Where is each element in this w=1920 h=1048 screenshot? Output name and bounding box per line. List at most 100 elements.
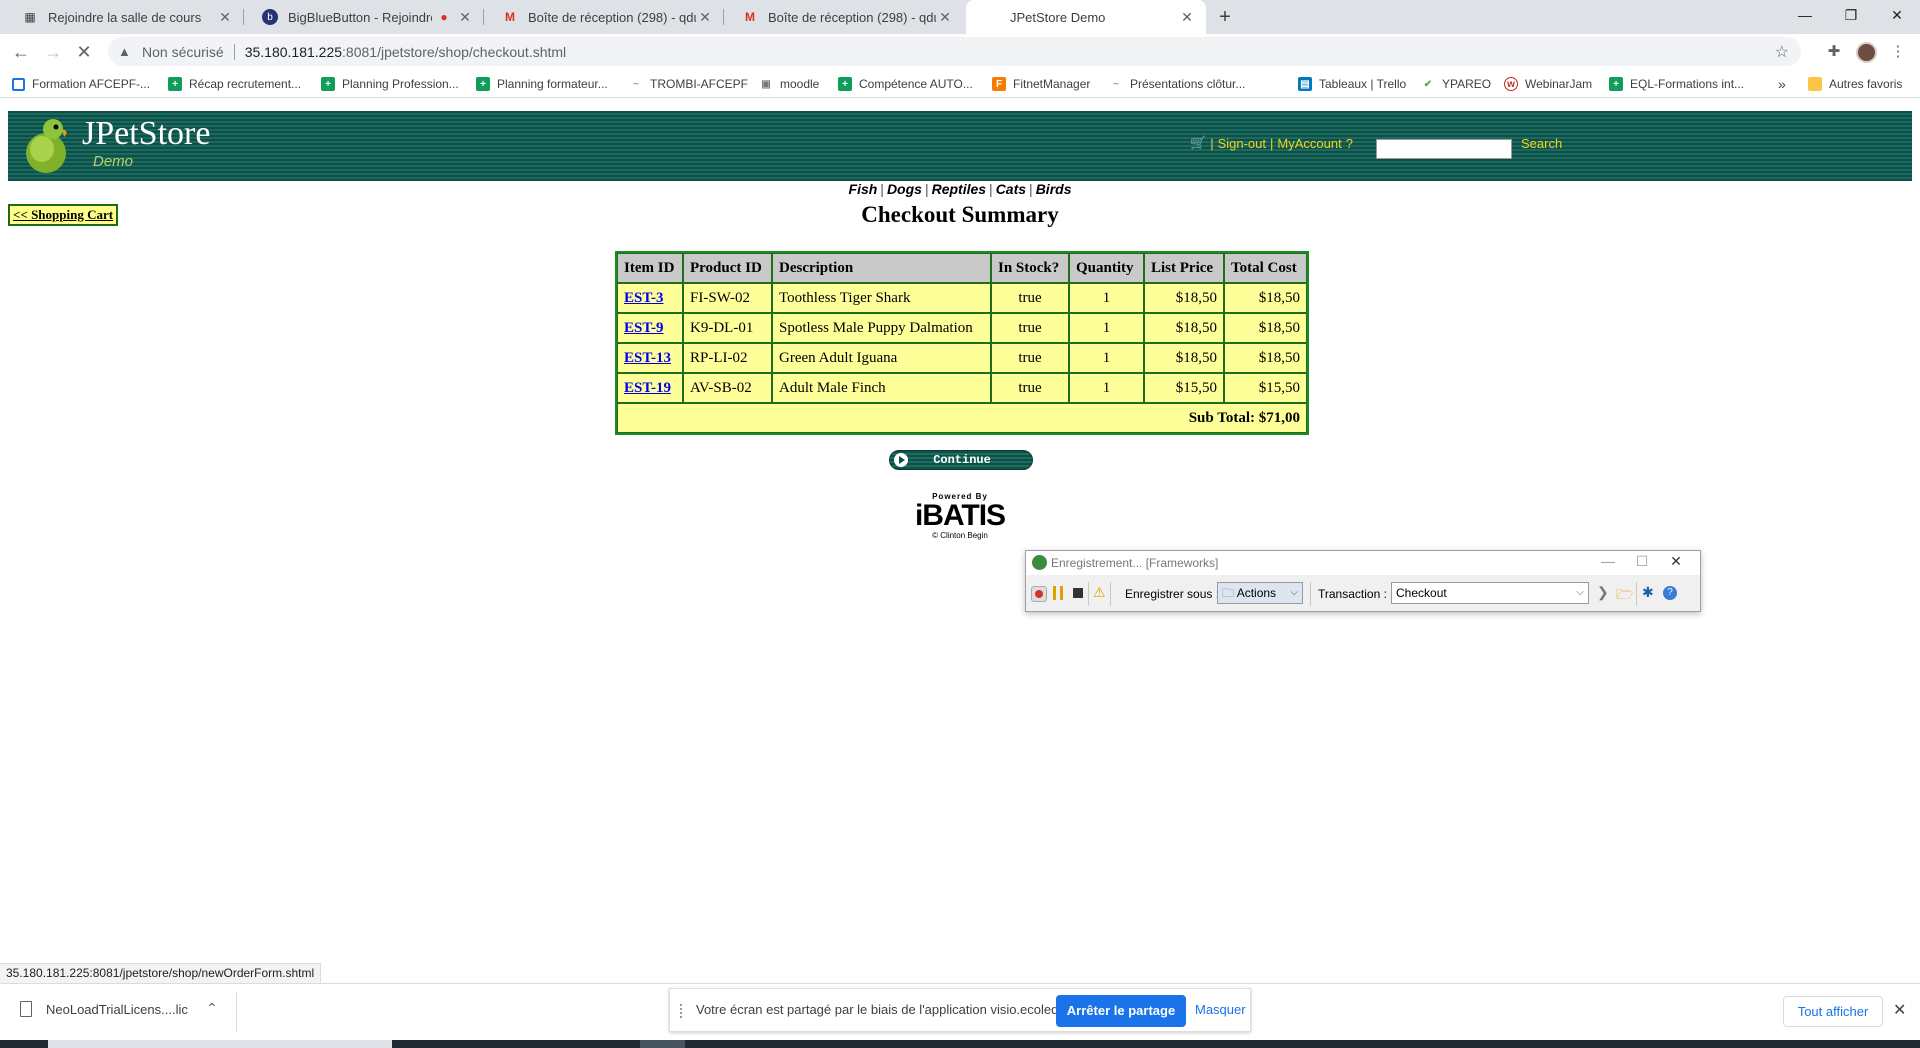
close-icon[interactable]: ✕ <box>1893 1000 1906 1020</box>
item-link[interactable]: EST-3 <box>624 290 663 306</box>
category-link-fish[interactable]: Fish <box>849 181 878 197</box>
close-icon[interactable]: ✕ <box>936 9 954 26</box>
back-arrow-icon[interactable]: ← <box>9 40 33 64</box>
category-link-dogs[interactable]: Dogs <box>887 181 922 197</box>
forward-arrow-icon[interactable]: → <box>41 40 65 64</box>
category-nav: Fish | Dogs | Reptiles | Cats | Birds <box>848 181 1072 197</box>
drag-handle-icon[interactable] <box>680 1004 686 1018</box>
tab-gmail-1[interactable]: M Boîte de réception (298) - qdusse ✕ <box>484 0 724 34</box>
continue-button[interactable]: Continue <box>889 450 1033 470</box>
in-stock-cell: true <box>991 343 1069 373</box>
browser-toolbar: ← → ✕ ▲ Non sécurisé 35.180.181.225 :808… <box>0 34 1920 70</box>
cart-icon[interactable]: 🛒 <box>1190 135 1206 151</box>
close-icon[interactable]: ✕ <box>456 9 474 26</box>
close-icon[interactable]: ✕ <box>696 9 714 26</box>
chevron-down-icon: ⌵ <box>1290 587 1298 598</box>
item-link[interactable]: EST-9 <box>624 320 663 336</box>
search-input[interactable] <box>1376 139 1512 159</box>
ibatis-logo: Powered By iBATIS © Clinton Begin <box>914 492 1006 540</box>
recording-toolbar: ⚠ Enregistrer sous : 🗀 Actions ⌵ Transac… <box>1026 577 1700 611</box>
in-stock-cell: true <box>991 283 1069 313</box>
tab-classroom[interactable]: ▦ Rejoindre la salle de cours ✕ <box>4 0 244 34</box>
bookmark-item[interactable]: w WebinarJam <box>1504 75 1592 93</box>
tab-bigbluebutton[interactable]: b BigBlueButton - Rejoindre la ● ✕ <box>244 0 484 34</box>
column-header: Description <box>772 253 991 283</box>
close-icon[interactable]: ✕ <box>1178 9 1196 26</box>
chevron-up-icon[interactable]: ⌃ <box>206 1000 218 1017</box>
list-price-cell: $18,50 <box>1144 283 1224 313</box>
avatar[interactable] <box>1856 42 1877 63</box>
product-id-cell: RP-LI-02 <box>683 343 772 373</box>
bookmark-item[interactable]: ~ TROMBI-AFCEPF <box>629 75 748 93</box>
save-under-dropdown[interactable]: 🗀 Actions ⌵ <box>1217 582 1303 604</box>
bookmark-item[interactable]: F FitnetManager <box>992 75 1090 93</box>
stop-icon[interactable] <box>1073 588 1083 598</box>
status-url: 35.180.181.225:8081/jpetstore/shop/newOr… <box>0 963 322 983</box>
minimize-button[interactable]: — <box>1782 0 1828 34</box>
bookmark-item[interactable]: ▣ moodle <box>759 75 819 93</box>
folder-icon <box>1808 77 1822 91</box>
open-folder-icon[interactable]: 🗁 <box>1616 584 1633 602</box>
tab-gmail-2[interactable]: M Boîte de réception (298) - qdusse ✕ <box>724 0 964 34</box>
extensions-icon[interactable]: ✚ <box>1824 42 1844 62</box>
close-icon[interactable]: ✕ <box>216 9 234 26</box>
address-bar[interactable]: ▲ Non sécurisé 35.180.181.225 :8081/jpet… <box>108 37 1801 66</box>
os-taskbar <box>0 1040 1920 1048</box>
bookmarks-overflow-button[interactable]: » <box>1778 75 1786 93</box>
parrot-logo-icon[interactable] <box>22 117 72 175</box>
stop-sharing-button[interactable]: Arrêter le partage <box>1056 995 1186 1027</box>
transaction-dropdown[interactable]: Checkout ⌵ <box>1391 582 1589 604</box>
page-title: Checkout Summary <box>861 202 1059 227</box>
column-header: Quantity <box>1069 253 1144 283</box>
category-link-reptiles[interactable]: Reptiles <box>932 181 986 197</box>
trello-icon: ▤ <box>1298 77 1312 91</box>
item-link[interactable]: EST-19 <box>624 380 671 396</box>
item-link[interactable]: EST-13 <box>624 350 671 366</box>
show-all-downloads-button[interactable]: Tout afficher <box>1783 996 1883 1027</box>
screen: ▦ Rejoindre la salle de cours ✕ b BigBlu… <box>0 0 1920 1048</box>
bookmark-item[interactable]: + Récap recrutement... <box>168 75 301 93</box>
new-tab-button[interactable]: + <box>1212 5 1238 29</box>
download-item[interactable]: NeoLoadTrialLicens....lic <box>20 1001 188 1017</box>
pause-icon[interactable] <box>1053 586 1063 600</box>
settings-icon[interactable]: ✱ <box>1642 584 1656 600</box>
tab-jpetstore[interactable]: JPetStore Demo ✕ <box>966 0 1206 34</box>
help-icon[interactable]: ? <box>1663 586 1677 600</box>
close-window-button[interactable]: ✕ <box>1874 0 1920 34</box>
bookmark-item[interactable]: ~ Présentations clôtur... <box>1109 75 1245 93</box>
restore-button[interactable]: ❐ <box>1828 0 1874 34</box>
help-icon[interactable]: ? <box>1346 136 1353 151</box>
bookmark-star-icon[interactable]: ☆ <box>1775 42 1789 62</box>
quantity-cell: 1 <box>1069 313 1144 343</box>
bookmark-item[interactable]: + EQL-Formations int... <box>1609 75 1744 93</box>
sheets-icon: + <box>168 77 182 91</box>
chevron-down-icon: ⌵ <box>1576 587 1584 598</box>
bookmark-item[interactable]: + Planning formateur... <box>476 75 608 93</box>
bookmark-item[interactable]: ✔ YPAREO <box>1421 75 1491 93</box>
warning-icon[interactable]: ⚠ <box>1093 584 1107 600</box>
subtotal-cell: Sub Total: $71,00 <box>617 403 1307 433</box>
list-price-cell: $18,50 <box>1144 343 1224 373</box>
description-cell: Green Adult Iguana <box>772 343 991 373</box>
my-account-link[interactable]: MyAccount <box>1277 136 1341 151</box>
bookmark-item[interactable]: Formation AFCEPF-... <box>12 75 150 93</box>
category-link-birds[interactable]: Birds <box>1036 181 1072 197</box>
menu-dots-icon[interactable]: ⋮ <box>1888 42 1908 62</box>
header-links: 🛒 | Sign-out | MyAccount ? <box>1190 135 1353 151</box>
stop-loading-icon[interactable]: ✕ <box>72 40 96 64</box>
bookmark-item[interactable]: + Compétence AUTO... <box>838 75 973 93</box>
bigbluebutton-icon: b <box>262 9 278 25</box>
next-arrow-icon[interactable]: ❯ <box>1597 584 1611 600</box>
bookmarks-bar: Formation AFCEPF-... + Récap recrutement.… <box>0 70 1920 98</box>
hide-banner-link[interactable]: Masquer <box>1195 1002 1246 1017</box>
close-button[interactable]: ✕ <box>1656 553 1696 570</box>
bird-icon: ~ <box>633 78 639 90</box>
neoload-icon <box>1032 555 1047 570</box>
search-button[interactable]: Search <box>1521 136 1562 151</box>
other-bookmarks-folder[interactable]: Autres favoris <box>1808 75 1902 93</box>
classroom-icon: ▦ <box>24 10 36 24</box>
bookmark-item[interactable]: + Planning Profession... <box>321 75 459 93</box>
sign-out-link[interactable]: Sign-out <box>1218 136 1266 151</box>
bookmark-item[interactable]: ▤ Tableaux | Trello <box>1298 75 1406 93</box>
category-link-cats[interactable]: Cats <box>996 181 1026 197</box>
